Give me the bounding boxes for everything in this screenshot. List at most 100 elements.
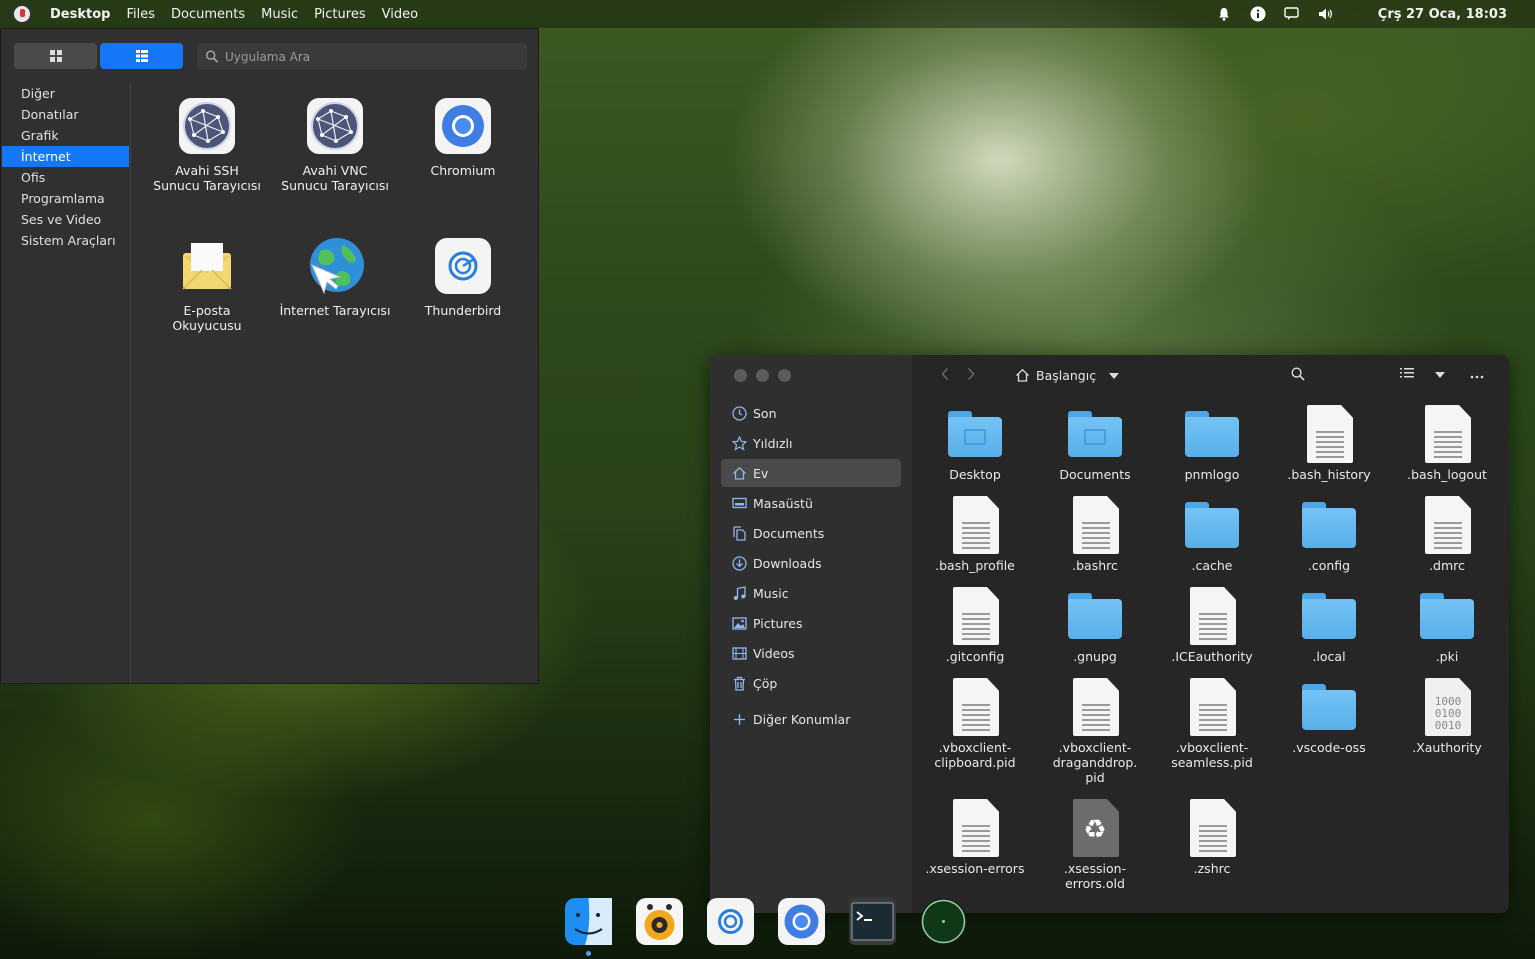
place-cop[interactable]: Çöp — [721, 669, 901, 697]
file-item[interactable]: 1000 0100 0010 .Xauthority — [1388, 678, 1506, 756]
panel-menu-pictures[interactable]: Pictures — [314, 7, 365, 22]
place-music[interactable]: Music — [721, 579, 901, 607]
app-label: E-posta Okuyucusu — [172, 303, 242, 333]
place-yildizli[interactable]: Yıldızlı — [721, 429, 901, 457]
network-globe-icon — [178, 97, 236, 155]
app-chromium[interactable]: Chromium — [399, 97, 527, 178]
category-programlama[interactable]: Programlama — [2, 188, 129, 209]
home-icon — [731, 465, 747, 481]
minimize-button[interactable] — [756, 369, 769, 382]
info-icon[interactable] — [1250, 6, 1266, 22]
folder-icon — [1418, 587, 1476, 645]
place-documents[interactable]: Documents — [721, 519, 901, 547]
panel-menu-documents[interactable]: Documents — [171, 7, 245, 22]
thunderbird-icon — [434, 237, 492, 295]
file-item[interactable]: .vboxclient- seamless.pid — [1153, 678, 1271, 770]
file-item[interactable]: Desktop — [916, 405, 1034, 482]
music-icon — [731, 585, 747, 601]
file-item[interactable]: .local — [1270, 587, 1388, 664]
place-son[interactable]: Son — [721, 399, 901, 427]
category-view-button[interactable] — [100, 43, 183, 69]
file-item[interactable]: .bash_logout — [1388, 405, 1506, 482]
file-item[interactable]: pnmlogo — [1153, 405, 1271, 482]
file-item[interactable]: .xsession-errors — [916, 799, 1034, 876]
place-masaustu[interactable]: Masaüstü — [721, 489, 901, 517]
back-arrow-icon[interactable] — [940, 366, 950, 385]
panel-menu-video[interactable]: Video — [382, 7, 418, 22]
web-browser-icon — [306, 237, 364, 295]
category-ofis[interactable]: Ofis — [2, 167, 129, 188]
folder-icon — [1300, 587, 1358, 645]
file-name: .gnupg — [1073, 649, 1117, 664]
search-icon[interactable] — [1291, 367, 1305, 385]
terminal-icon[interactable] — [849, 898, 896, 945]
breadcrumb[interactable]: Başlangıç — [1015, 368, 1120, 383]
app-thunderbird[interactable]: Thunderbird — [399, 237, 527, 318]
list-view-icon[interactable] — [1400, 367, 1414, 383]
chromium-icon[interactable] — [778, 898, 825, 945]
file-item[interactable]: .ICEauthority — [1153, 587, 1271, 664]
bell-icon[interactable] — [1216, 6, 1232, 22]
panel-menu-files[interactable]: Files — [126, 7, 155, 22]
download-icon — [731, 555, 747, 571]
app-label: İnternet Tarayıcısı — [279, 303, 391, 318]
file-item[interactable]: .bashrc — [1036, 496, 1154, 573]
panel-menu-desktop[interactable]: Desktop — [50, 7, 110, 22]
file-item[interactable]: .cache — [1153, 496, 1271, 573]
file-item[interactable]: .pki — [1388, 587, 1506, 664]
file-item[interactable]: .dmrc — [1388, 496, 1506, 573]
text-file-icon — [946, 678, 1004, 736]
app-search-input[interactable]: Uygulama Ara — [197, 43, 527, 70]
file-name: .vscode-oss — [1292, 740, 1366, 755]
place-videos[interactable]: Videos — [721, 639, 901, 667]
category-internet[interactable]: İnternet — [2, 146, 129, 167]
plus-icon — [731, 711, 747, 727]
maximize-button[interactable] — [778, 369, 791, 382]
chevron-down-icon[interactable] — [1108, 372, 1120, 380]
desktop-emblem-icon — [964, 429, 986, 445]
category-diger[interactable]: Diğer — [2, 83, 129, 104]
close-button[interactable] — [734, 369, 747, 382]
thunderbird-icon[interactable] — [707, 898, 754, 945]
more-options-icon[interactable] — [1470, 367, 1484, 383]
file-item[interactable]: .config — [1270, 496, 1388, 573]
file-item[interactable]: Documents — [1036, 405, 1154, 482]
place-downloads[interactable]: Downloads — [721, 549, 901, 577]
text-lines — [1199, 613, 1227, 643]
file-item[interactable]: .vscode-oss — [1270, 678, 1388, 755]
file-grid: Desktop Documents pnmlogo .bash_history .bas… — [912, 397, 1509, 913]
file-item[interactable]: .gitconfig — [916, 587, 1034, 664]
clock[interactable]: Çrş 27 Oca, 18:03 — [1378, 7, 1507, 22]
category-grafik[interactable]: Grafik — [2, 125, 129, 146]
radar-icon[interactable] — [920, 898, 967, 945]
file-item[interactable]: .vboxclient- draganddrop. pid — [1036, 678, 1154, 785]
app-avahi-vnc[interactable]: Avahi VNC Sunucu Tarayıcısı — [271, 97, 399, 193]
distro-logo-icon[interactable] — [12, 4, 32, 24]
category-ses-ve-video[interactable]: Ses ve Video — [2, 209, 129, 230]
app-web-browser[interactable]: İnternet Tarayıcısı — [271, 237, 399, 318]
grid-view-button[interactable] — [14, 43, 97, 69]
place-other-locations[interactable]: Diğer Konumlar — [721, 705, 901, 733]
volume-icon[interactable] — [1318, 6, 1334, 22]
category-donatilar[interactable]: Donatılar — [2, 104, 129, 125]
chat-icon[interactable] — [1284, 6, 1300, 22]
panel-menu-music[interactable]: Music — [261, 7, 298, 22]
file-item[interactable]: ♻ .xsession- errors.old — [1036, 799, 1154, 891]
place-label: Documents — [753, 525, 825, 541]
text-file-icon — [1300, 405, 1358, 463]
forward-arrow-icon[interactable] — [966, 366, 976, 385]
file-item[interactable]: .gnupg — [1036, 587, 1154, 664]
app-avahi-ssh[interactable]: Avahi SSH Sunucu Tarayıcısı — [143, 97, 271, 193]
file-item[interactable]: .bash_history — [1270, 405, 1388, 482]
place-ev[interactable]: Ev — [721, 459, 901, 487]
file-item[interactable]: .vboxclient- clipboard.pid — [916, 678, 1034, 770]
file-item[interactable]: .bash_profile — [916, 496, 1034, 573]
category-sistem-araclari[interactable]: Sistem Araçları — [2, 230, 129, 251]
place-pictures[interactable]: Pictures — [721, 609, 901, 637]
finder-icon[interactable] — [565, 898, 612, 956]
app-email-reader[interactable]: E-posta Okuyucusu — [143, 237, 271, 333]
text-lines — [962, 522, 990, 552]
music-player-icon[interactable] — [636, 898, 683, 945]
view-options-dropdown-icon[interactable] — [1434, 367, 1446, 383]
file-item[interactable]: .zshrc — [1153, 799, 1271, 876]
